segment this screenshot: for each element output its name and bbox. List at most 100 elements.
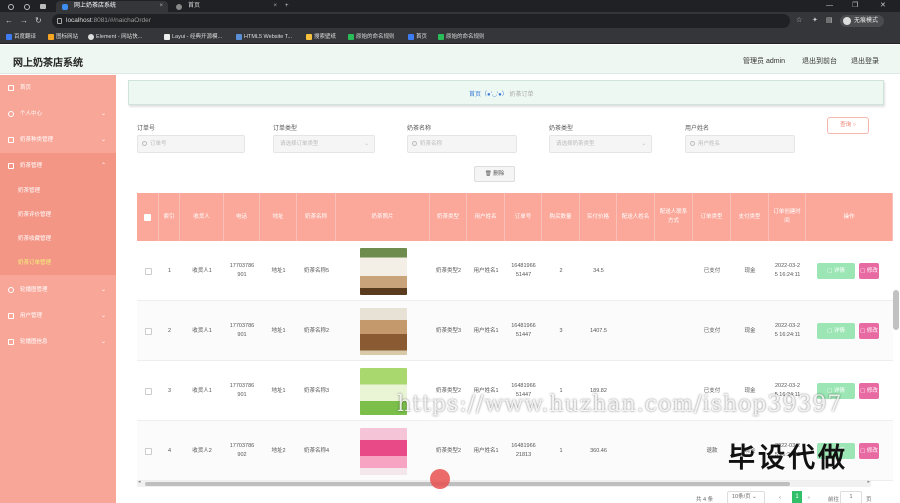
bookmark-item[interactable]: 首页 xyxy=(408,30,427,44)
pager-current-page[interactable]: 1 xyxy=(792,491,802,503)
bookmark-item[interactable]: 图标网站 xyxy=(48,30,78,44)
sidebar-item-profile[interactable]: 个人中心 ⌄ xyxy=(0,101,116,127)
tab-second[interactable]: 首页 × xyxy=(170,1,282,12)
page-size-select[interactable]: 10条/页 ⌄ xyxy=(727,491,765,503)
app-title: 网上奶茶店系统 xyxy=(13,58,83,69)
cell-user-name: 用户姓名1 xyxy=(473,267,499,274)
bookmark-item[interactable]: HTML5 Website T... xyxy=(236,30,292,44)
cell-order-type: 已支付 xyxy=(703,267,721,274)
delete-button[interactable]: 🗑 删除 xyxy=(474,166,515,182)
extension-icon[interactable]: ✦ xyxy=(812,15,818,27)
column-header: 购买数量 xyxy=(542,193,580,241)
sidebar-sub-review[interactable]: 奶茶评价管理 xyxy=(0,203,116,227)
cell-price: 1407.5 xyxy=(590,327,607,334)
row-checkbox[interactable] xyxy=(137,361,159,421)
row-checkbox[interactable] xyxy=(137,421,159,481)
edit-button[interactable]: ▢ 修改 xyxy=(859,443,879,459)
tea-name-input[interactable]: 奶茶名称 xyxy=(407,135,517,153)
search-icon xyxy=(142,141,147,146)
column-header: 奶茶类型 xyxy=(430,193,467,241)
select-all-checkbox[interactable] xyxy=(137,193,159,241)
forward-icon[interactable]: → xyxy=(20,15,28,27)
next-page-icon[interactable]: › xyxy=(808,495,810,501)
tab-pin-icon[interactable] xyxy=(4,1,18,12)
bookmark-item[interactable]: Layui - 经典开源模... xyxy=(164,30,222,44)
minimize-icon[interactable]: — xyxy=(826,0,833,12)
bookmark-item[interactable]: 百度翻译 xyxy=(6,30,36,44)
edit-button[interactable]: ▢ 修改 xyxy=(859,323,879,339)
scroll-left-icon[interactable]: ◂ xyxy=(138,479,141,485)
tab-close-icon[interactable]: × xyxy=(273,1,277,12)
vertical-scrollbar[interactable] xyxy=(893,290,899,330)
search-icon xyxy=(690,141,695,146)
tab-active[interactable]: 网上奶茶店系统 × xyxy=(56,1,168,12)
sidebar-item-tea[interactable]: 奶茶管理 ⌃ xyxy=(0,153,116,179)
order-no-input[interactable]: 订单号 xyxy=(137,135,245,153)
category-icon xyxy=(8,137,14,143)
star-icon[interactable]: ☆ xyxy=(796,15,802,27)
sidebar-sub-order[interactable]: 奶茶订单管理 xyxy=(0,251,116,275)
cell-receiver: 收货人1 xyxy=(192,327,212,334)
pager-goto-input[interactable]: 1 xyxy=(840,491,862,503)
edit-button[interactable]: ▢ 修改 xyxy=(859,263,879,279)
logout-link[interactable]: 退出登录 xyxy=(851,56,879,66)
chevron-down-icon: ⌄ xyxy=(641,141,646,147)
bookmark-item[interactable]: 原始的命名规则 xyxy=(438,30,485,44)
bookmark-item[interactable]: 原始的命名规则 xyxy=(348,30,395,44)
tea-type-select[interactable]: 请选择奶茶类型 ⌄ xyxy=(549,135,652,153)
maximize-icon[interactable]: ❐ xyxy=(852,0,858,12)
row-checkbox[interactable] xyxy=(137,301,159,361)
to-front-link[interactable]: 退出到前台 xyxy=(802,56,837,66)
address-bar[interactable]: localhost:8081/#/naichaOrder xyxy=(52,14,790,28)
horizontal-scrollbar[interactable]: ◂ ▸ xyxy=(137,479,871,487)
bookmark-item[interactable]: 搜索壁纸 xyxy=(306,30,336,44)
tea-photo xyxy=(336,301,430,361)
search-button[interactable]: 查询 ○ xyxy=(827,117,869,134)
sidebar-item-banner[interactable]: 轮播图管理 ⌄ xyxy=(0,277,116,303)
new-tab-icon[interactable]: + xyxy=(285,1,297,12)
order-type-select[interactable]: 请选择订单类型 ⌄ xyxy=(273,135,375,153)
prev-page-icon[interactable]: ‹ xyxy=(779,495,781,501)
pager-total: 共 4 条 xyxy=(696,497,714,503)
sidebar-item-tea-type[interactable]: 奶茶种类管理 ⌄ xyxy=(0,127,116,153)
incognito-profile[interactable]: 无痕模式 xyxy=(840,15,885,27)
sidebar: 首页 个人中心 ⌄ 奶茶种类管理 ⌄ 奶茶管理 ⌃ 奶茶管理 奶茶评价管理 奶茶收藏管… xyxy=(0,75,116,503)
bookmark-item[interactable]: Element - 网站快... xyxy=(88,30,142,44)
detail-button[interactable]: ▢ 详情 xyxy=(817,263,855,279)
tab-pin-icon-3[interactable] xyxy=(36,1,50,12)
cell-tea-name: 奶茶名称2 xyxy=(303,327,330,334)
sidebar-item-banner-info[interactable]: 轮播图信息 ⌄ xyxy=(0,329,116,355)
breadcrumb-home[interactable]: 首页（●'◡'●） xyxy=(469,92,508,98)
reload-icon[interactable]: ↻ xyxy=(35,15,42,27)
column-header: 订单号 xyxy=(505,193,542,241)
cell-address: 地址1 xyxy=(271,327,286,334)
gear-icon xyxy=(8,287,14,293)
cell-phone: 17703786901 xyxy=(229,323,255,338)
edit-button[interactable]: ▢ 修改 xyxy=(859,383,879,399)
column-header: 实付价格 xyxy=(580,193,617,241)
sidebar-sub-tea[interactable]: 奶茶管理 xyxy=(0,179,116,203)
scroll-right-icon[interactable]: ▸ xyxy=(867,479,870,485)
scrollbar-thumb[interactable] xyxy=(145,482,790,486)
cell-user-name: 用户姓名1 xyxy=(473,447,499,454)
back-icon[interactable]: ← xyxy=(5,15,13,27)
cell-index: 1 xyxy=(167,267,172,274)
sidebar-sub-favorite[interactable]: 奶茶收藏管理 xyxy=(0,227,116,251)
info-icon xyxy=(57,18,62,24)
table-row[interactable]: 1 收货人1 17703786901 地址1 奶茶名称5 奶茶类型2 用户姓名1 164819… xyxy=(137,241,893,301)
reading-list-icon[interactable]: ▤ xyxy=(826,15,833,27)
filter-label-user-name: 用户姓名 xyxy=(685,126,710,132)
user-name-input[interactable]: 用户姓名 xyxy=(685,135,795,153)
cell-courier xyxy=(617,301,655,361)
users-icon xyxy=(8,313,14,319)
sidebar-item-home[interactable]: 首页 xyxy=(0,75,116,101)
sidebar-item-users[interactable]: 用户管理 ⌄ xyxy=(0,303,116,329)
detail-button[interactable]: ▢ 详情 xyxy=(817,323,855,339)
cell-address: 地址1 xyxy=(271,267,286,274)
tab-close-icon[interactable]: × xyxy=(159,1,163,12)
table-row[interactable]: 2 收货人1 17703786901 地址1 奶茶名称2 奶茶类型3 用户姓名1 164819… xyxy=(137,301,893,361)
site-favicon-icon xyxy=(62,4,68,10)
row-checkbox[interactable] xyxy=(137,241,159,301)
window-close-icon[interactable]: ✕ xyxy=(880,0,886,12)
tab-pin-icon-2[interactable] xyxy=(20,1,34,12)
